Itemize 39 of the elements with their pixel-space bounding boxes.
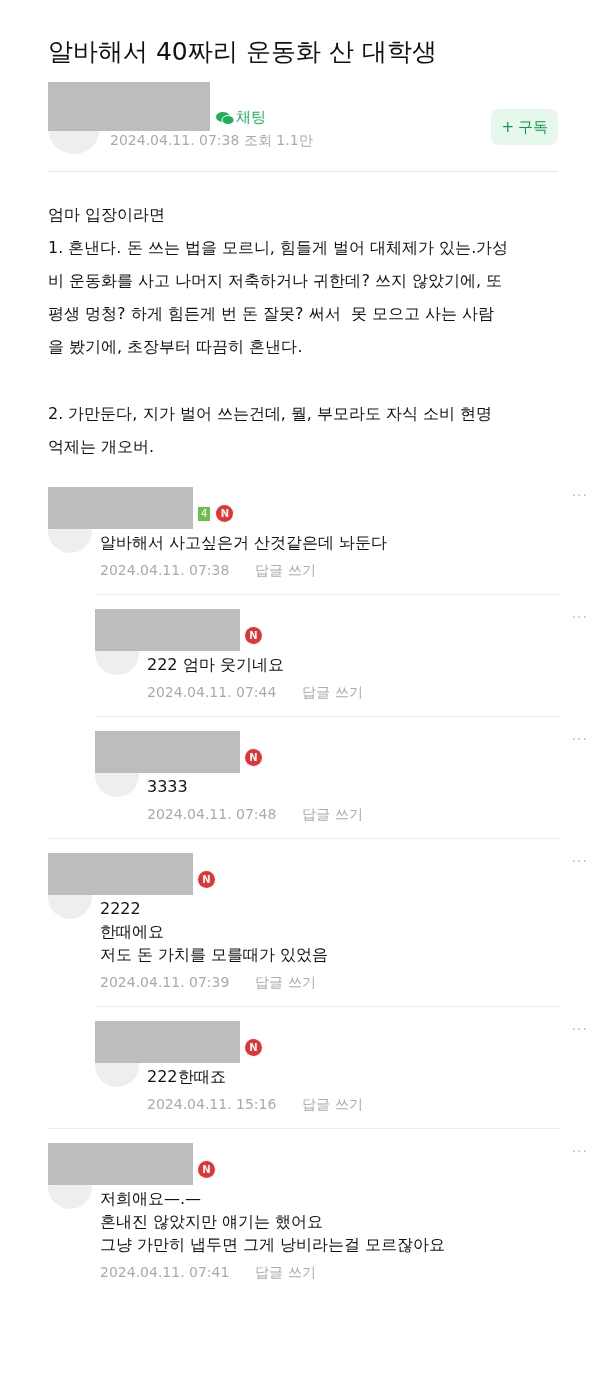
comment-text: 222한때죠 xyxy=(147,1066,227,1088)
body-paragraph: 엄마 입장이라면 1. 혼낸다. 돈 쓰는 법을 모르니, 힘들게 벌어 대체제가 있는.가성 비 운동화를 사고 나머지 저축하거나 귀한데? 쓰지 않았기에, 또 평생 멍청? 하게 힘든게 번 돈 잘못? 써서 못 모으고 사는 사람 을 봤기에, 초장부터 따끔히 혼낸다. xyxy=(48,204,510,358)
reply-link[interactable]: 답글 쓰기 xyxy=(255,562,316,580)
comment-date: 2024.04.11. 15:16 xyxy=(147,1096,277,1114)
comment-text: 알바해서 사고싶은거 산것같은데 놔둔다 xyxy=(100,532,389,554)
comment-text: 저희애요—.— 혼내진 않았지만 얘기는 했어요 그냥 가만히 냅두면 그게 낭비라는걸 모르잖아요 xyxy=(100,1188,447,1256)
comment-date: 2024.04.11. 07:39 xyxy=(100,974,230,992)
new-badge: N xyxy=(245,627,262,644)
post-meta: 2024.04.11. 07:38 조회 1.1만 xyxy=(110,132,313,150)
chat-link[interactable]: 채팅 xyxy=(216,108,266,127)
comment-date: 2024.04.11. 07:41 xyxy=(100,1264,230,1282)
body-paragraph: 2. 가만둔다, 지가 벌어 쓰는건데, 뭘, 부모라도 자식 소비 현명 억제는 개오버. xyxy=(48,403,494,458)
new-badge: N xyxy=(198,871,215,888)
comment-date: 2024.04.11. 07:48 xyxy=(147,806,277,824)
reply-link[interactable]: 답글 쓰기 xyxy=(255,1264,316,1282)
more-menu[interactable]: ··· xyxy=(571,609,588,625)
subscribe-button[interactable]: + 구독 xyxy=(491,109,558,145)
new-badge: N xyxy=(216,505,234,522)
post-title: 알바해서 40짜리 운동화 산 대학생 xyxy=(47,36,438,68)
chat-bubbles-icon xyxy=(216,110,234,125)
more-menu[interactable]: ··· xyxy=(571,1021,588,1037)
comment-text: 3333 xyxy=(147,776,189,798)
reply-link[interactable]: 답글 쓰기 xyxy=(302,806,363,824)
reply-link[interactable]: 답글 쓰기 xyxy=(302,684,363,702)
more-menu[interactable]: ··· xyxy=(571,487,588,503)
new-badge: N xyxy=(245,749,262,766)
plus-icon: + xyxy=(501,118,514,136)
reply-link[interactable]: 답글 쓰기 xyxy=(302,1096,363,1114)
more-menu[interactable]: ··· xyxy=(571,1143,588,1159)
more-menu[interactable]: ··· xyxy=(571,853,588,869)
reply-link[interactable]: 답글 쓰기 xyxy=(255,974,316,992)
new-badge: N xyxy=(198,1161,215,1178)
comment-date: 2024.04.11. 07:44 xyxy=(147,684,277,702)
comment-text: 222 엄마 웃기네요 xyxy=(147,654,285,676)
comment-date: 2024.04.11. 07:38 xyxy=(100,562,230,580)
more-menu[interactable]: ··· xyxy=(571,731,588,747)
comment-text: 2222 한때에요 저도 돈 가치를 모를때가 있었음 xyxy=(100,898,330,966)
new-badge: N xyxy=(245,1039,262,1056)
level-badge: 4 xyxy=(198,506,211,521)
